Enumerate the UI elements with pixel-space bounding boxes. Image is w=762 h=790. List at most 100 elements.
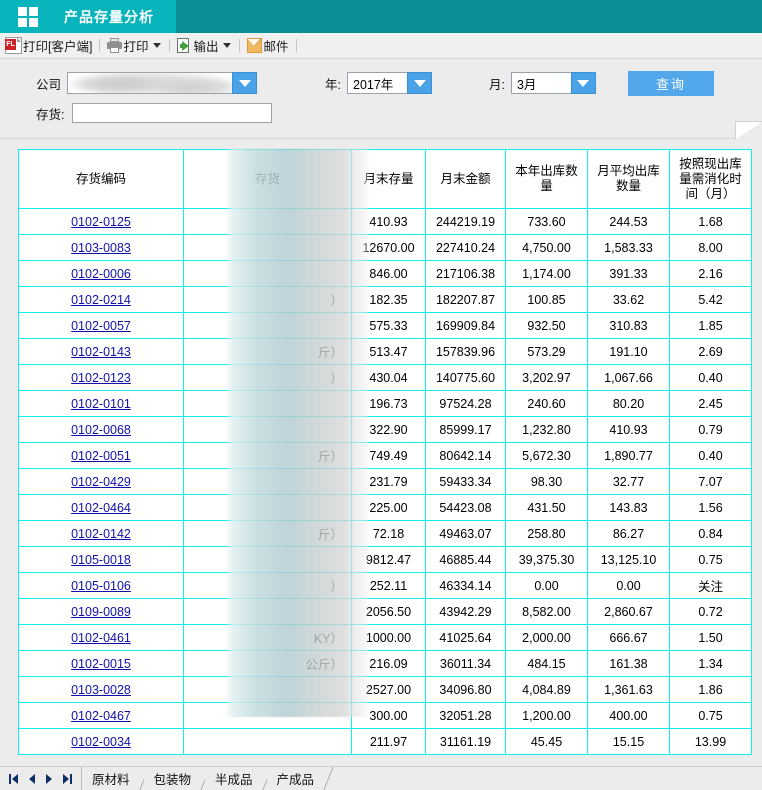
table-row[interactable]: 0103-0028 2527.00 34096.80 4,084.89 1,361.63…: [18, 676, 752, 703]
inventory-code-link[interactable]: 0102-0214: [71, 293, 131, 307]
inventory-code-link[interactable]: 0102-0125: [71, 215, 131, 229]
inventory-code-link[interactable]: 0102-0142: [71, 527, 131, 541]
inventory-code-link[interactable]: 0102-0006: [71, 267, 131, 281]
inventory-code-link[interactable]: 0102-0057: [71, 319, 131, 333]
cell-amount: 182207.87: [425, 286, 506, 313]
cell-stock: 575.33: [351, 312, 426, 339]
table-row[interactable]: 0102-0125 410.93 244219.19 733.60 244.53 1.68: [18, 208, 752, 235]
cell-year-out: 5,672.30: [505, 442, 588, 469]
chevron-down-icon[interactable]: [223, 43, 232, 48]
company-combo[interactable]: [67, 72, 258, 94]
cell-name: [183, 494, 352, 521]
table-row[interactable]: 0102-0143 斤） 513.47 157839.96 573.29 191.10 2.…: [18, 338, 752, 365]
table-row[interactable]: 0102-0006 846.00 217106.38 1,174.00 391.33 2.…: [18, 260, 752, 287]
cell-months: 13.99: [669, 728, 752, 755]
table-row[interactable]: 0102-0461 KY） 1000.00 41025.64 2,000.00 666.6…: [18, 624, 752, 651]
chevron-down-icon[interactable]: [153, 43, 162, 48]
table-row[interactable]: 0102-0464 225.00 54423.08 431.50 143.83 1.56: [18, 494, 752, 521]
cell-code: 0102-0068: [18, 416, 184, 443]
table-row[interactable]: 0105-0106） 252.11 46334.14 0.00 0.00 关注: [18, 572, 752, 599]
window-tab-active[interactable]: 产品存量分析: [56, 0, 176, 33]
last-record-icon[interactable]: [63, 773, 72, 784]
inventory-code-link[interactable]: 0102-0123: [71, 371, 131, 385]
cell-year-out: 8,582.00: [505, 598, 588, 625]
cell-year-out: 0.00: [505, 572, 588, 599]
column-header-months[interactable]: 按照现出库量需消化时间（月）: [669, 149, 752, 209]
inventory-code-link[interactable]: 0109-0089: [71, 605, 131, 619]
inventory-code-link[interactable]: 0102-0101: [71, 397, 131, 411]
cell-months: 1.86: [669, 676, 752, 703]
table-row[interactable]: 0105-0018 9812.47 46885.44 39,375.30 13,125.…: [18, 546, 752, 573]
sheet-tab-0[interactable]: 原材料: [82, 767, 144, 790]
table-row[interactable]: 0102-0429 231.79 59433.34 98.30 32.77 7.07: [18, 468, 752, 495]
inventory-input[interactable]: [72, 103, 273, 123]
inventory-code-link[interactable]: 0105-0018: [71, 553, 131, 567]
column-header-stock[interactable]: 月末存量: [351, 149, 426, 209]
cell-code: 0102-0214: [18, 286, 184, 313]
year-select[interactable]: 2017年: [347, 72, 407, 94]
cell-month-avg: 80.20: [587, 390, 670, 417]
next-record-icon[interactable]: [45, 773, 54, 784]
inventory-code-link[interactable]: 0102-0464: [71, 501, 131, 515]
table-row[interactable]: 0102-0467 300.00 32051.28 1,200.00 400.00 0.7…: [18, 702, 752, 729]
table-row[interactable]: 0102-0142 斤） 72.18 49463.07 258.80 86.27 0.84: [18, 520, 752, 547]
company-label: 公司: [36, 77, 62, 92]
mail-button[interactable]: 邮件: [244, 33, 291, 58]
table-row[interactable]: 0102-0051 斤） 749.49 80642.14 5,672.30 1,890.7…: [18, 442, 752, 469]
cell-months: 关注: [669, 572, 752, 599]
cell-code: 0102-0101: [18, 390, 184, 417]
table-row[interactable]: 0109-0089 2056.50 43942.29 8,582.00 2,860.67…: [18, 598, 752, 625]
inventory-code-link[interactable]: 0102-0461: [71, 631, 131, 645]
cell-month-avg: 15.15: [587, 728, 670, 755]
cell-stock: 9812.47: [351, 546, 426, 573]
export-button[interactable]: 输出: [174, 33, 235, 58]
sheet-tab-3[interactable]: 产成品: [266, 767, 329, 790]
inventory-code-link[interactable]: 0102-0015: [71, 657, 131, 671]
year-dropdown-button[interactable]: [407, 72, 432, 94]
inventory-code-link[interactable]: 0102-0429: [71, 475, 131, 489]
table-row[interactable]: 0102-0068 322.90 85999.17 1,232.80 410.93 0.7…: [18, 416, 752, 443]
table-row[interactable]: 0102-0123 ） 430.04 140775.60 3,202.97 1,067.6…: [18, 364, 752, 391]
sheet-tab-1[interactable]: 包装物: [143, 767, 206, 790]
first-record-icon[interactable]: [9, 773, 18, 784]
table-row[interactable]: 0102-0015 公斤） 216.09 36011.34 484.15 161.38 1.…: [18, 650, 752, 677]
inventory-code-link[interactable]: 0102-0068: [71, 423, 131, 437]
inventory-code-link[interactable]: 0102-0051: [71, 449, 131, 463]
month-combo[interactable]: 3月: [510, 72, 596, 94]
company-input[interactable]: [67, 72, 233, 94]
inventory-code-link[interactable]: 0103-0028: [71, 683, 131, 697]
previous-record-icon[interactable]: [27, 773, 36, 784]
sheet-tab-2[interactable]: 半成品: [205, 767, 267, 790]
inventory-table-container: 存货编码 存货 月末存量 月末金额 本年出库数量 月平均出库数量 按照现出库量需…: [18, 149, 752, 755]
inventory-code-link[interactable]: 0102-0034: [71, 735, 131, 749]
column-header-year-out[interactable]: 本年出库数量: [505, 149, 588, 209]
export-label: 输出: [193, 40, 219, 54]
column-header-amount[interactable]: 月末金额: [425, 149, 506, 209]
table-row[interactable]: 0102-0214 ） 182.35 182207.87 100.85 33.62 5.42: [18, 286, 752, 313]
company-dropdown-button[interactable]: [232, 72, 258, 94]
table-header-row: 存货编码 存货 月末存量 月末金额 本年出库数量 月平均出库数量 按照现出库量需…: [18, 149, 752, 209]
cell-name: [183, 702, 352, 729]
inventory-code-link[interactable]: 0102-0143: [71, 345, 131, 359]
app-logo[interactable]: [0, 0, 56, 33]
inventory-code-link[interactable]: 0102-0467: [71, 709, 131, 723]
table-row[interactable]: 0102-0057 575.33 169909.84 932.50 310.83 1.85: [18, 312, 752, 339]
table-row[interactable]: 0102-0101 196.73 97524.28 240.60 80.20 2.45: [18, 390, 752, 417]
print-client-button[interactable]: 打印[客户端]: [2, 33, 95, 58]
print-button[interactable]: 打印: [104, 33, 165, 58]
table-row[interactable]: 0103-0083 12670.00 227410.24 4,750.00 1,583.…: [18, 234, 752, 261]
month-dropdown-button[interactable]: [570, 72, 596, 94]
column-header-name[interactable]: 存货: [183, 149, 352, 209]
query-button[interactable]: 查询: [627, 70, 714, 96]
year-combo[interactable]: 2017年: [347, 72, 432, 94]
cell-year-out: 4,084.89: [505, 676, 588, 703]
cell-month-avg: 310.83: [587, 312, 670, 339]
inventory-code-link[interactable]: 0103-0083: [71, 241, 131, 255]
inventory-code-link[interactable]: 0105-0106: [71, 579, 131, 593]
table-row[interactable]: 0102-0034 211.97 31161.19 45.45 15.15 13.99: [18, 728, 752, 755]
column-header-code[interactable]: 存货编码: [18, 149, 184, 209]
cell-months: 0.40: [669, 442, 752, 469]
panel-resize-corner[interactable]: [735, 121, 762, 139]
column-header-month-avg[interactable]: 月平均出库数量: [587, 149, 670, 209]
month-select[interactable]: 3月: [510, 72, 571, 94]
